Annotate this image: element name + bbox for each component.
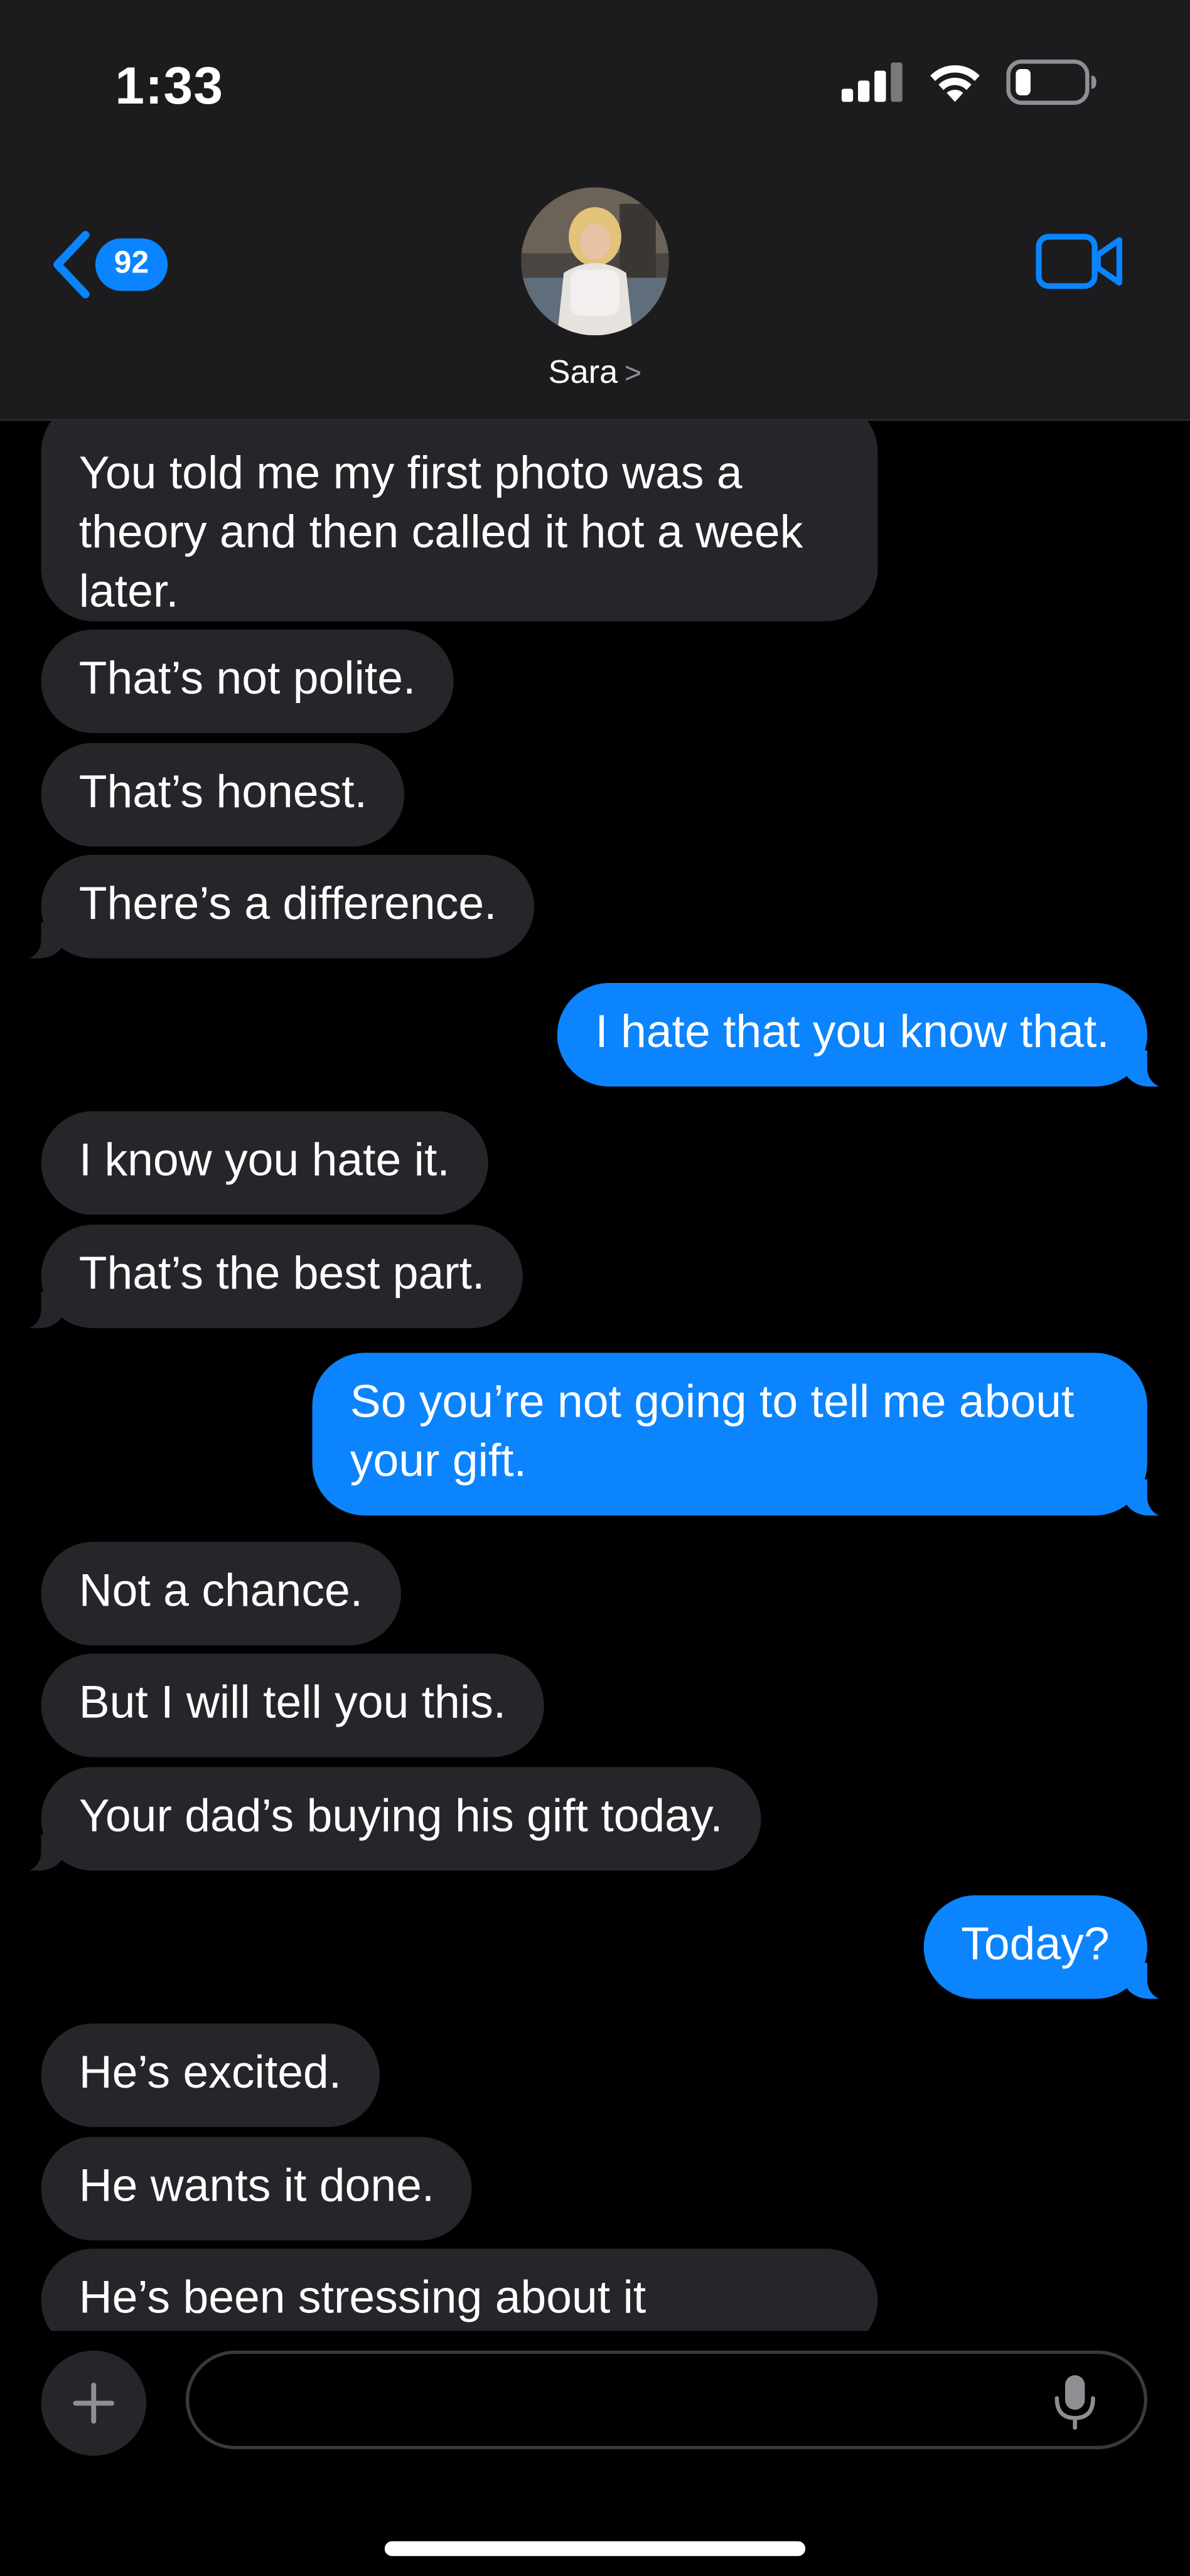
message-incoming[interactable]: That’s honest.: [41, 743, 405, 847]
message-outgoing[interactable]: So you’re not going to tell me about you…: [312, 1353, 1187, 1518]
message-composer: [0, 2331, 1190, 2576]
contact-name[interactable]: Sara >: [0, 355, 1190, 393]
message-text: He wants it done.: [78, 2160, 435, 2211]
message-text: There’s a difference.: [78, 877, 497, 929]
message-text: He’s been stressing about it: [78, 2272, 646, 2323]
home-indicator[interactable]: [384, 2541, 806, 2557]
unread-count-badge: 92: [95, 238, 168, 291]
message-text: But I will tell you this.: [78, 1677, 507, 1728]
message-input[interactable]: [185, 2350, 1147, 2450]
status-time: 1:33: [115, 56, 224, 115]
battery-icon: [1006, 59, 1096, 105]
message-incoming[interactable]: That’s not polite.: [41, 630, 454, 733]
message-text: Not a chance.: [78, 1565, 363, 1616]
back-button[interactable]: 92: [50, 230, 168, 299]
chevron-left-icon: [53, 230, 90, 299]
message-text: I hate that you know that.: [595, 1006, 1110, 1057]
video-camera-icon: [1036, 233, 1122, 289]
message-incoming[interactable]: But I will tell you this.: [41, 1653, 544, 1758]
message-text: He’s excited.: [78, 2046, 342, 2098]
message-incoming[interactable]: He’s excited.: [41, 2023, 380, 2127]
message-incoming[interactable]: Not a chance.: [41, 1542, 401, 1646]
message-text: Today?: [961, 1918, 1110, 1970]
avatar-photo: [521, 187, 669, 336]
message-text: That’s honest.: [78, 766, 367, 817]
message-incoming[interactable]: There’s a difference.: [1, 854, 535, 960]
message-text: I know you hate it.: [78, 1134, 450, 1186]
message-incoming[interactable]: You told me my first photo was a theory …: [41, 399, 878, 621]
message-incoming[interactable]: I know you hate it.: [41, 1111, 488, 1215]
message-text: You told me my first photo was a theory …: [78, 447, 803, 617]
message-incoming[interactable]: Your dad’s buying his gift today.: [1, 1767, 761, 1872]
contact-avatar[interactable]: [521, 187, 669, 336]
conversation-header: 1:33 92 Sara >: [0, 0, 1190, 421]
apps-button[interactable]: [41, 2350, 147, 2456]
status-icons: [841, 59, 1098, 105]
messages-screen: 1:33 92 Sara > You told me my first phot…: [0, 0, 1190, 2576]
message-incoming[interactable]: That’s the best part.: [1, 1225, 523, 1330]
message-outgoing[interactable]: Today?: [923, 1895, 1187, 2001]
video-call-button[interactable]: [1036, 230, 1124, 301]
contact-name-label: Sara: [548, 355, 618, 392]
chevron-right-icon: >: [624, 357, 642, 390]
message-text: That’s not polite.: [78, 652, 416, 704]
wifi-icon: [930, 65, 980, 102]
message-text: Your dad’s buying his gift today.: [78, 1790, 723, 1842]
message-text: So you’re not going to tell me about you…: [350, 1375, 1075, 1486]
cellular-signal-icon: [841, 62, 903, 102]
message-text: That’s the best part.: [78, 1247, 485, 1299]
plus-icon: [73, 2382, 115, 2424]
microphone-icon: [1054, 2375, 1095, 2430]
dictation-button[interactable]: [1052, 2374, 1098, 2438]
message-outgoing[interactable]: I hate that you know that.: [557, 983, 1187, 1088]
message-incoming[interactable]: He wants it done.: [41, 2137, 473, 2241]
